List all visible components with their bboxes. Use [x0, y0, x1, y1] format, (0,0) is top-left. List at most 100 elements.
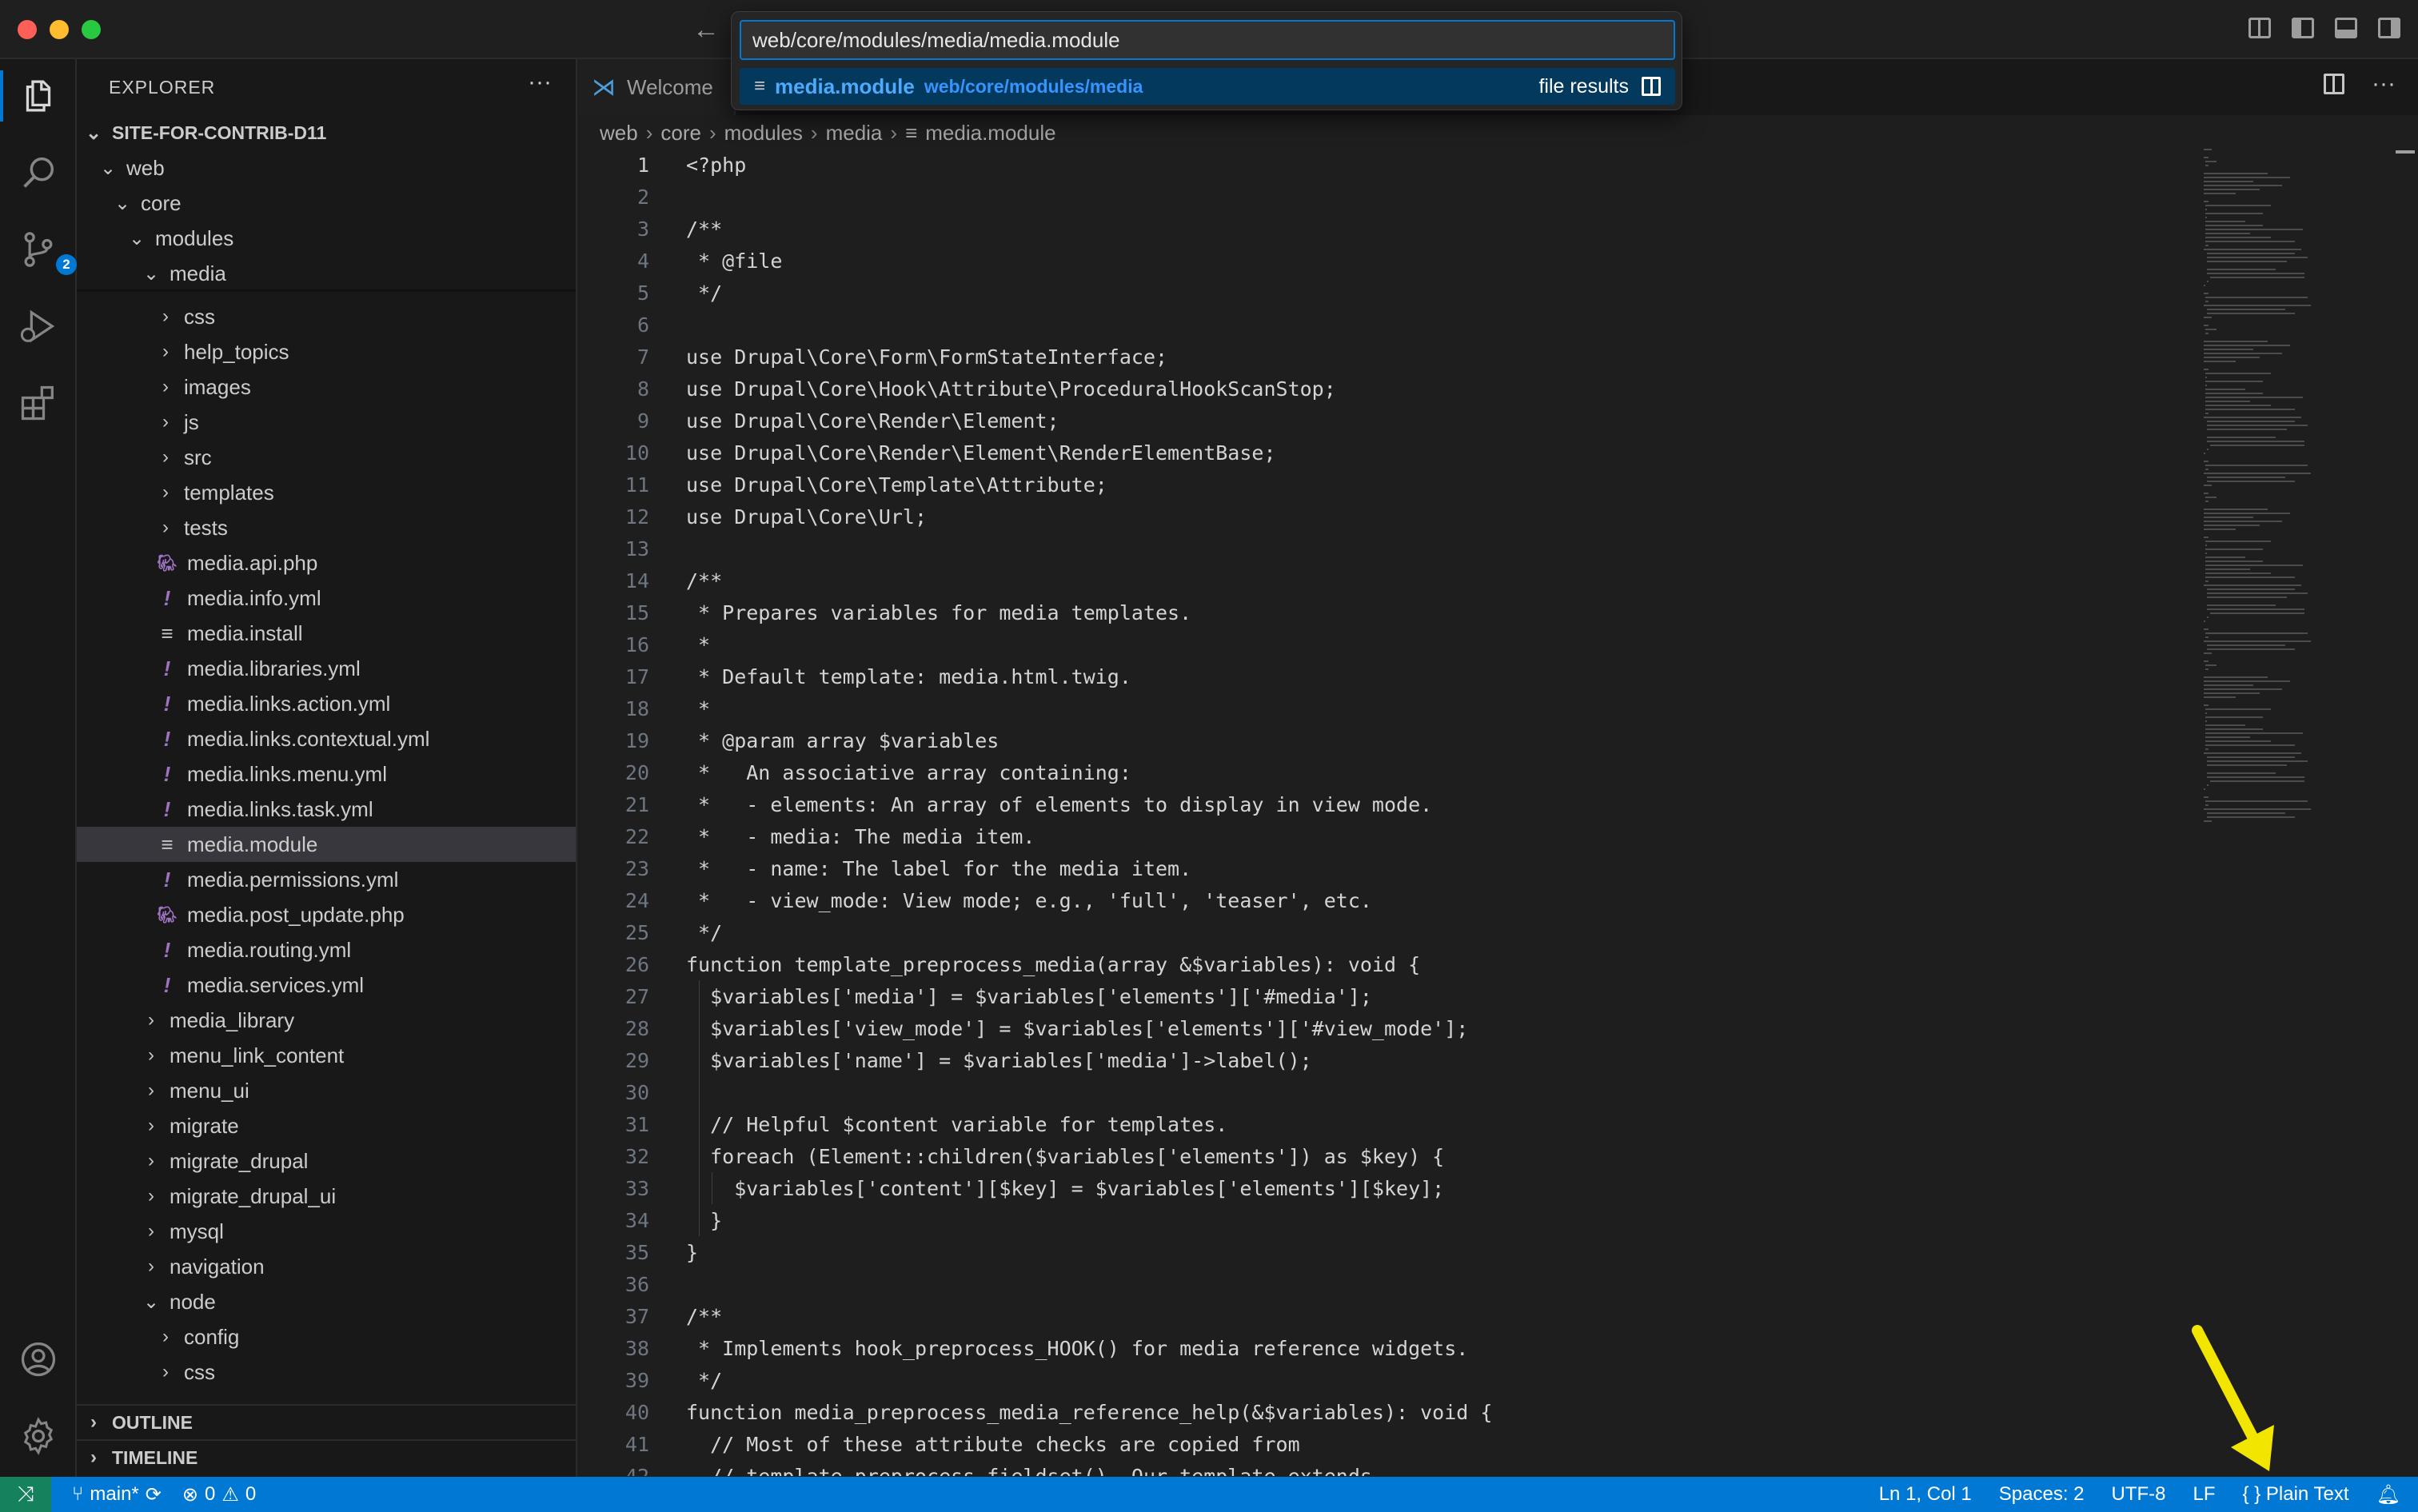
- quick-open-panel: ≡ media.module web/core/modules/media fi…: [731, 11, 1682, 110]
- tree-folder[interactable]: › images: [77, 369, 576, 405]
- breadcrumb-file[interactable]: media.module: [925, 121, 1055, 146]
- close-window-button[interactable]: [18, 20, 37, 39]
- tree-file[interactable]: 🐘︎ media.post_update.php: [77, 897, 576, 932]
- tree-item-label: media.api.php: [187, 550, 318, 575]
- minimap-line: [2204, 688, 2282, 690]
- tree-file[interactable]: ! media.libraries.yml: [77, 651, 576, 686]
- minimap[interactable]: [2204, 149, 2389, 852]
- code-line: 42 // template_preprocess_fieldset(). Ou…: [579, 1460, 2202, 1477]
- chevron-down-icon: ⌄: [85, 122, 102, 144]
- workspace-root[interactable]: ⌄ SITE-FOR-CONTRIB-D11: [77, 115, 576, 150]
- cursor-position[interactable]: Ln 1, Col 1: [1879, 1483, 1972, 1506]
- minimap-line: [2207, 269, 2276, 270]
- chevron-right-icon: ›: [890, 120, 898, 145]
- settings-gear-icon[interactable]: [18, 1415, 59, 1457]
- tree-folder[interactable]: › css: [77, 299, 576, 334]
- git-branch[interactable]: ⑂ main* ⟳: [72, 1483, 162, 1506]
- tree-file[interactable]: 🐘︎ media.api.php: [77, 545, 576, 580]
- more-actions-icon[interactable]: ···: [2372, 72, 2396, 96]
- sync-icon[interactable]: ⟳: [146, 1483, 162, 1506]
- toggle-panel-icon[interactable]: [2335, 18, 2357, 38]
- toggle-primary-sidebar-icon[interactable]: [2292, 18, 2314, 38]
- search-icon[interactable]: [18, 152, 59, 193]
- quick-open-result[interactable]: ≡ media.module web/core/modules/media fi…: [740, 68, 1675, 105]
- code-line: 2: [579, 181, 2202, 213]
- minimap-line: [2205, 329, 2216, 330]
- tree-folder[interactable]: › js: [77, 405, 576, 440]
- tree-folder[interactable]: ⌄ web: [77, 150, 576, 186]
- minimap-line: [2205, 732, 2303, 734]
- tree-file[interactable]: ! media.routing.yml: [77, 932, 576, 967]
- encoding[interactable]: UTF-8: [2112, 1483, 2166, 1506]
- language-mode[interactable]: { } Plain Text: [2243, 1483, 2349, 1506]
- breadcrumb-web[interactable]: web: [600, 121, 638, 146]
- accounts-icon[interactable]: [18, 1338, 59, 1380]
- minimap-line: [2207, 449, 2209, 450]
- breadcrumb-media[interactable]: media: [826, 121, 883, 146]
- source-control-icon[interactable]: 2: [18, 229, 77, 275]
- line-number: 37: [624, 1304, 649, 1328]
- explorer-more-icon[interactable]: ···: [528, 69, 552, 96]
- outline-section[interactable]: › OUTLINE: [77, 1404, 576, 1439]
- tree-folder[interactable]: › help_topics: [77, 334, 576, 369]
- back-arrow-icon[interactable]: ←: [692, 14, 720, 46]
- tree-folder[interactable]: › migrate_drupal_ui: [77, 1179, 576, 1214]
- tree-folder[interactable]: ⌄ modules: [77, 221, 576, 256]
- maximize-window-button[interactable]: [82, 20, 101, 39]
- tree-folder[interactable]: › tests: [77, 510, 576, 545]
- tree-folder[interactable]: › migrate: [77, 1108, 576, 1143]
- tree-file[interactable]: ! media.links.contextual.yml: [77, 721, 576, 756]
- tree-file[interactable]: ! media.info.yml: [77, 580, 576, 616]
- problems-indicator[interactable]: ⊗ 0 ⚠ 0: [182, 1483, 256, 1506]
- extensions-icon[interactable]: [18, 382, 59, 424]
- customize-layout-icon[interactable]: [2248, 18, 2271, 38]
- minimap-line: [2205, 413, 2209, 414]
- minimize-window-button[interactable]: [50, 20, 69, 39]
- remote-indicator-icon[interactable]: ⤨: [0, 1477, 51, 1512]
- end-of-line[interactable]: LF: [2193, 1483, 2216, 1506]
- indentation[interactable]: Spaces: 2: [1999, 1483, 2085, 1506]
- minimap-line: [2205, 553, 2207, 554]
- run-and-debug-icon[interactable]: [18, 305, 59, 347]
- tree-folder[interactable]: › mysql: [77, 1214, 576, 1249]
- minimap-line: [2204, 684, 2253, 686]
- tree-folder[interactable]: › config: [77, 1319, 576, 1354]
- quick-open-input[interactable]: [740, 20, 1675, 60]
- minimap-line: [2207, 760, 2308, 762]
- tree-folder[interactable]: › menu_ui: [77, 1073, 576, 1108]
- tree-file[interactable]: ≡ media.install: [77, 616, 576, 651]
- toggle-secondary-sidebar-icon[interactable]: [2378, 18, 2400, 38]
- tree-folder[interactable]: › menu_link_content: [77, 1038, 576, 1073]
- tree-folder[interactable]: › css: [77, 1354, 576, 1390]
- status-bar: ⤨ ⑂ main* ⟳ ⊗ 0 ⚠ 0 Ln 1, Col 1 Spaces: …: [0, 1477, 2418, 1512]
- breadcrumb-core[interactable]: core: [660, 121, 701, 146]
- notifications-bell-icon[interactable]: 🔔︎: [2376, 1483, 2400, 1506]
- minimap-line: [2205, 580, 2209, 582]
- code-text: * Default template: media.html.twig.: [686, 664, 1131, 688]
- tree-folder[interactable]: › media_library: [77, 1003, 576, 1038]
- breadcrumb-modules[interactable]: modules: [724, 121, 803, 146]
- tree-file[interactable]: ! media.permissions.yml: [77, 862, 576, 897]
- tree-file[interactable]: ! media.services.yml: [77, 967, 576, 1003]
- tree-folder[interactable]: › migrate_drupal: [77, 1143, 576, 1179]
- open-to-side-icon[interactable]: [1642, 77, 1661, 96]
- minimap-line: [2205, 469, 2209, 470]
- tree-folder[interactable]: › navigation: [77, 1249, 576, 1284]
- editor-scrollbar[interactable]: [2391, 149, 2418, 1476]
- timeline-section[interactable]: › TIMELINE: [77, 1439, 576, 1474]
- tree-folder[interactable]: › templates: [77, 475, 576, 510]
- tree-folder[interactable]: ⌄ node: [77, 1284, 576, 1319]
- tab-welcome[interactable]: ⋊ Welcome: [579, 59, 736, 115]
- explorer-icon[interactable]: [0, 70, 59, 122]
- tree-folder[interactable]: ⌄ core: [77, 186, 576, 221]
- tree-folder[interactable]: › src: [77, 440, 576, 475]
- split-editor-icon[interactable]: [2324, 74, 2345, 94]
- code-editor[interactable]: 1 <?php 2 3/** 4 * @file 5 */6 7 use Drupal\Cor…: [579, 149, 2202, 1477]
- tree-file[interactable]: ! media.links.action.yml: [77, 686, 576, 721]
- minimap-line: [2204, 788, 2205, 790]
- tree-item-label: css: [184, 1359, 215, 1384]
- tree-file[interactable]: ! media.links.task.yml: [77, 792, 576, 827]
- tree-file[interactable]: ≡ media.module: [77, 827, 576, 862]
- tree-folder[interactable]: ⌄ media: [77, 256, 576, 291]
- tree-file[interactable]: ! media.links.menu.yml: [77, 756, 576, 792]
